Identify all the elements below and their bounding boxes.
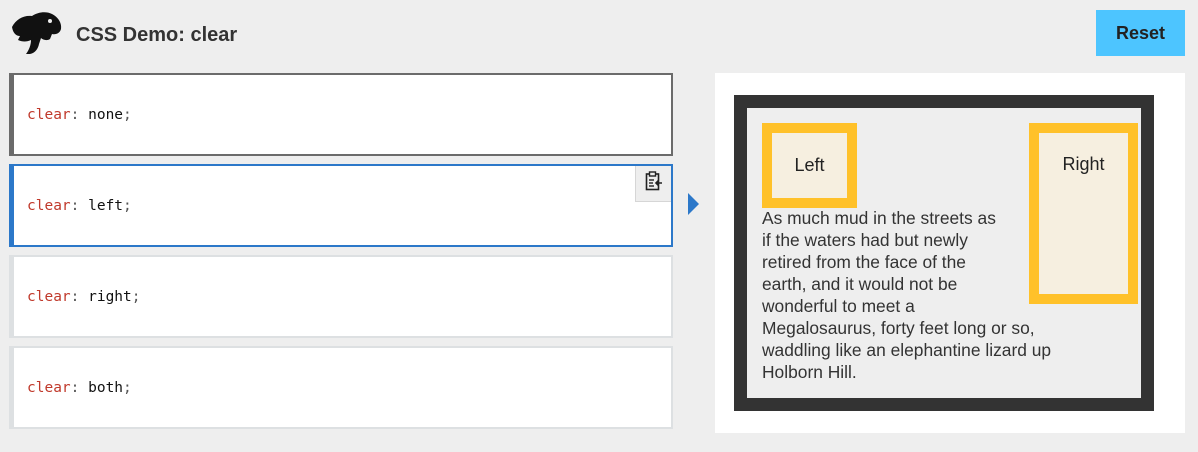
reset-button[interactable]: Reset [1096,10,1185,56]
css-value: both [79,379,124,396]
semicolon: ; [123,106,132,123]
option-clear-left[interactable]: clear: left; [9,164,673,247]
example-paragraph: As much mud in the streets as if the wat… [762,207,1092,383]
paragraph-line: Megalosaurus, forty feet long or so, [762,318,1035,338]
semicolon: ; [123,197,132,214]
semicolon: ; [123,379,132,396]
paragraph-line: earth, and it would not be [762,274,958,294]
css-property: clear [27,106,71,123]
copy-to-clipboard-button[interactable] [635,166,671,202]
semicolon: ; [131,288,141,305]
selected-arrow-icon [688,193,699,215]
css-value: none [79,106,124,123]
paragraph-line: wonderful to meet a [762,296,915,316]
option-clear-none[interactable]: clear: none; [9,73,673,156]
paragraph-line: retired from the face of the [762,252,966,272]
css-value: left [79,197,124,214]
css-property: clear [27,288,71,305]
paragraph-line: waddling like an elephantine lizard up [762,340,1052,360]
page-title: CSS Demo: clear [76,24,238,46]
css-value: right [79,288,132,305]
paragraph-line: Holborn Hill. [762,362,857,382]
float-left-box: Left [762,123,857,208]
code-example: clear: both; [27,380,132,396]
paragraph-line: As much mud in the streets as [762,208,996,228]
mdn-dinosaur-icon [10,11,64,55]
option-clear-right[interactable]: clear: right; [9,255,673,338]
code-example: clear: left; [27,198,132,214]
code-example: clear: none; [27,107,132,123]
css-property: clear [27,379,71,396]
example-container: Left Right As much mud in the streets as… [734,95,1154,411]
css-property: clear [27,197,71,214]
paragraph-line: if the waters had but newly [762,230,968,250]
option-clear-both[interactable]: clear: both; [9,346,673,429]
code-example: clear: right; [27,289,141,305]
clipboard-copy-icon [645,171,663,196]
